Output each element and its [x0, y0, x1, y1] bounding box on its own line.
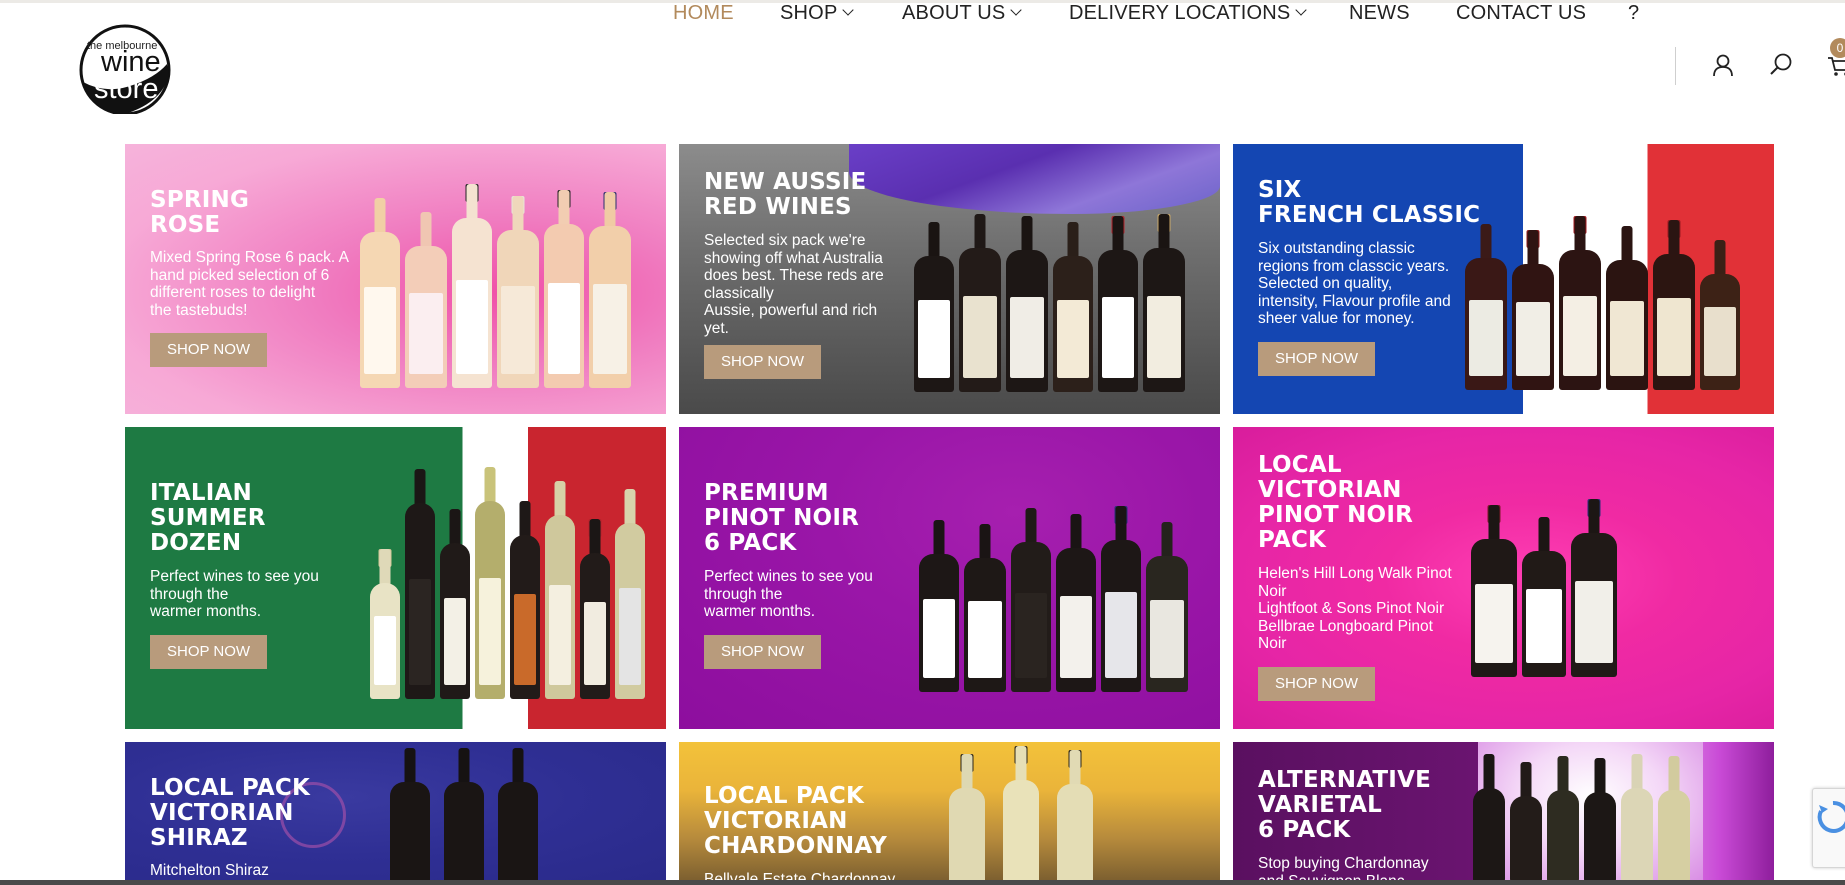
wine-bottles-image	[1471, 467, 1622, 677]
chevron-down-icon	[1295, 4, 1308, 16]
wine-bottles-image	[360, 170, 636, 388]
wine-bottles-image	[1473, 754, 1695, 880]
tile-description: Bellvale Estate Chardonnay	[704, 871, 896, 880]
product-tile-six-french-classic[interactable]: SIX FRENCH CLASSIC Six outstanding class…	[1233, 144, 1774, 414]
tile-description: Mitchelton Shiraz	[150, 862, 269, 879]
wine-bottles-image	[1465, 180, 1745, 390]
tile-text: LOCAL PACK VICTORIAN CHARDONNAY Bellvale…	[704, 783, 896, 881]
tile-text: ITALIAN SUMMER DOZEN Perfect wines to se…	[150, 481, 319, 669]
product-tile-new-aussie-red-wines[interactable]: NEW AUSSIE RED WINES Selected six pack w…	[679, 144, 1220, 414]
cart-count-badge: 0	[1830, 38, 1845, 58]
user-icon[interactable]	[1710, 52, 1736, 78]
nav-contact-us[interactable]: CONTACT US	[1456, 1, 1586, 25]
nav-about-us[interactable]: ABOUT US	[902, 1, 1023, 25]
site-logo[interactable]: the melbourne wine store	[75, 24, 175, 114]
tile-description: Helen's Hill Long Walk Pinot Noir Lightf…	[1258, 565, 1452, 652]
product-tile-alternative-varietal[interactable]: ALTERNATIVE VARIETAL 6 PACK Stop buying …	[1233, 742, 1774, 880]
tile-title: LOCAL PACK VICTORIAN SHIRAZ	[150, 775, 310, 851]
tile-text: SPRING ROSE Mixed Spring Rose 6 pack. A …	[150, 188, 349, 367]
main-navigation: HOME SHOP ABOUT US DELIVERY LOCATIONS NE…	[0, 0, 1845, 26]
tile-title: NEW AUSSIE RED WINES	[704, 169, 867, 220]
tile-title: ITALIAN SUMMER DOZEN	[150, 480, 266, 556]
product-tile-italian-summer-dozen[interactable]: ITALIAN SUMMER DOZEN Perfect wines to se…	[125, 427, 666, 729]
shop-now-button[interactable]: SHOP NOW	[1258, 666, 1376, 701]
tile-text: PREMIUM PINOT NOIR 6 PACK Perfect wines …	[704, 481, 873, 669]
nav-shop-label: SHOP	[780, 2, 838, 24]
chevron-down-icon	[842, 4, 855, 16]
tile-title: SIX FRENCH CLASSIC	[1258, 177, 1481, 228]
nav-news[interactable]: NEWS	[1349, 1, 1410, 25]
tile-description: Perfect wines to see you through the war…	[150, 568, 319, 620]
wine-bottles-image	[914, 174, 1190, 392]
logo-line2: store	[94, 73, 159, 105]
tile-text: ALTERNATIVE VARIETAL 6 PACK Stop buying …	[1258, 767, 1431, 881]
product-tile-local-pack-victorian-chardonnay[interactable]: LOCAL PACK VICTORIAN CHARDONNAY Bellvale…	[679, 742, 1220, 880]
wine-bottles-image	[949, 746, 1098, 880]
nav-delivery-label: DELIVERY LOCATIONS	[1069, 2, 1291, 24]
tile-title: LOCAL VICTORIAN PINOT NOIR PACK	[1258, 452, 1413, 553]
nav-about-label: ABOUT US	[902, 2, 1006, 24]
recaptcha-badge[interactable]	[1812, 788, 1845, 868]
window-bottom-border	[0, 880, 1845, 885]
shop-now-button[interactable]: SHOP NOW	[704, 634, 822, 669]
nav-home[interactable]: HOME	[673, 1, 734, 25]
tile-description: Six outstanding classic regions from cla…	[1258, 240, 1451, 327]
product-tile-local-pack-victorian-shiraz[interactable]: LOCAL PACK VICTORIAN SHIRAZ Mitchelton S…	[125, 742, 666, 880]
search-icon[interactable]	[1768, 52, 1794, 78]
product-tile-premium-pinot-noir[interactable]: PREMIUM PINOT NOIR 6 PACK Perfect wines …	[679, 427, 1220, 729]
tile-description: Perfect wines to see you through the war…	[704, 568, 873, 620]
header-divider	[1675, 47, 1676, 85]
shop-now-button[interactable]: SHOP NOW	[1258, 341, 1376, 376]
wine-bottles-image	[390, 748, 543, 880]
tile-description: Stop buying Chardonnay and Sauvignon Bla…	[1258, 855, 1429, 880]
tile-text: LOCAL VICTORIAN PINOT NOIR PACK Helen's …	[1258, 453, 1452, 701]
shop-now-button[interactable]: SHOP NOW	[150, 333, 268, 367]
tile-title: PREMIUM PINOT NOIR 6 PACK	[704, 480, 859, 556]
chevron-down-icon	[1010, 4, 1023, 16]
tile-text: SIX FRENCH CLASSIC Six outstanding class…	[1258, 178, 1480, 376]
tile-title: ALTERNATIVE VARIETAL 6 PACK	[1258, 767, 1431, 843]
nav-shop[interactable]: SHOP	[780, 1, 855, 25]
product-tile-local-victorian-pinot-noir[interactable]: LOCAL VICTORIAN PINOT NOIR PACK Helen's …	[1233, 427, 1774, 729]
shop-now-button[interactable]: SHOP NOW	[150, 634, 268, 669]
tile-title: SPRING ROSE	[150, 187, 250, 238]
wine-bottles-image	[370, 439, 650, 699]
nav-help[interactable]: ?	[1628, 1, 1639, 25]
product-tile-spring-rose[interactable]: SPRING ROSE Mixed Spring Rose 6 pack. A …	[125, 144, 666, 414]
tile-text: LOCAL PACK VICTORIAN SHIRAZ Mitchelton S…	[150, 776, 310, 880]
tile-description: Selected six pack we're showing off what…	[704, 232, 884, 337]
tile-description: Mixed Spring Rose 6 pack. A hand picked …	[150, 249, 350, 319]
tile-text: NEW AUSSIE RED WINES Selected six pack w…	[704, 170, 884, 379]
tile-title: LOCAL PACK VICTORIAN CHARDONNAY	[704, 783, 888, 859]
nav-delivery-locations[interactable]: DELIVERY LOCATIONS	[1069, 1, 1308, 25]
shop-now-button[interactable]: SHOP NOW	[704, 345, 822, 379]
wine-bottles-image	[919, 467, 1193, 692]
